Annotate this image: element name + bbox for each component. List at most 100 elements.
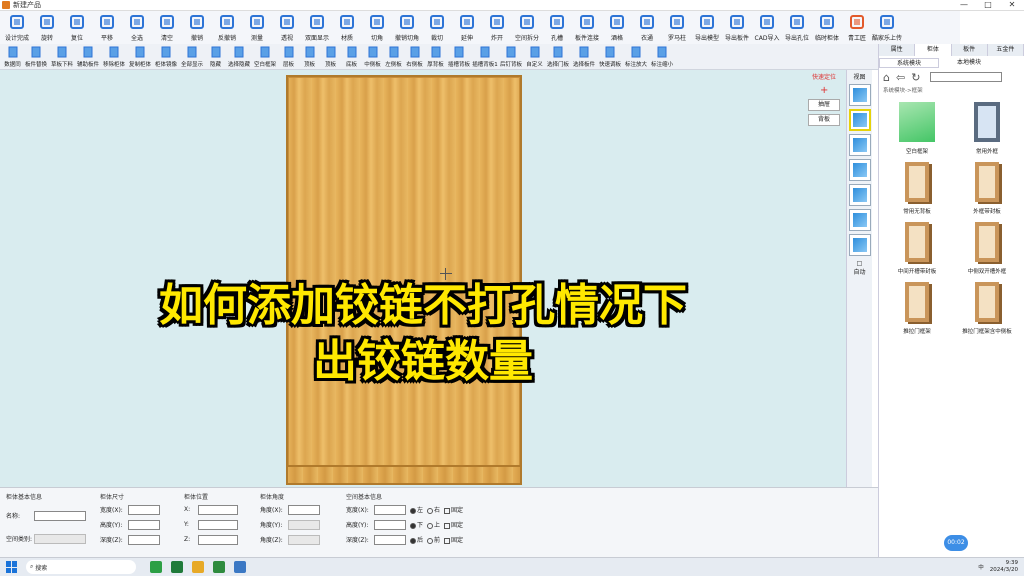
radio-front[interactable]: 前	[427, 535, 440, 544]
toolbar-button[interactable]: 板件连接	[572, 11, 602, 44]
view-front-button[interactable]	[848, 84, 871, 106]
toolbar-button[interactable]: 双面显示	[302, 11, 332, 44]
sub-toolbar-button[interactable]: 层板	[278, 44, 299, 70]
toolbar-button[interactable]: 全选	[122, 11, 152, 44]
module-item[interactable]: 外框带封板	[955, 159, 1019, 215]
auto-view-toggle[interactable]: □ 自动	[847, 260, 872, 276]
toolbar-button[interactable]: 导出板件	[722, 11, 752, 44]
module-item[interactable]: 推拉门框架	[885, 279, 949, 335]
module-item[interactable]: 推拉门框架含中侧板	[955, 279, 1019, 335]
lang-indicator[interactable]: 中	[978, 563, 984, 571]
toolbar-button[interactable]: 切角	[362, 11, 392, 44]
sub-toolbar-button[interactable]: 选择隐藏	[226, 44, 252, 70]
toolbar-button[interactable]: 导出孔位	[782, 11, 812, 44]
tab-system-modules[interactable]: 系统模块	[879, 58, 939, 68]
sub-toolbar-button[interactable]: 柜体镜像	[153, 44, 179, 70]
toolbar-button[interactable]: 撤销切角	[392, 11, 422, 44]
toolbar-button[interactable]: 孔槽	[542, 11, 572, 44]
toolbar-button[interactable]: 材质	[332, 11, 362, 44]
module-item[interactable]: 中侧双开槽外框	[955, 219, 1019, 275]
toolbar-button[interactable]: 罗马柱	[662, 11, 692, 44]
tab-boards[interactable]: 板件	[952, 44, 988, 56]
toolbar-button[interactable]: 反撤销	[212, 11, 242, 44]
pos-x-field[interactable]	[198, 504, 238, 515]
taskbar-app-icon[interactable]	[192, 561, 204, 573]
sub-toolbar-button[interactable]: 选择门板	[545, 44, 571, 70]
module-item[interactable]: 常用外框	[955, 99, 1019, 155]
width-field[interactable]	[128, 504, 160, 515]
plus-icon[interactable]: +	[820, 85, 828, 96]
toolbar-button[interactable]: 延伸	[452, 11, 482, 44]
toolbar-button[interactable]: 旋转	[32, 11, 62, 44]
cabinet-base-board[interactable]	[288, 465, 520, 483]
radio-up[interactable]: 上	[427, 520, 440, 529]
sub-toolbar-button[interactable]: 标注放大	[623, 44, 649, 70]
tab-cabinet[interactable]: 柜体	[915, 44, 952, 56]
tab-hardware[interactable]: 五金件	[988, 44, 1024, 56]
sub-toolbar-button[interactable]: 顶板	[299, 44, 320, 70]
timer-badge[interactable]: 00:02	[944, 535, 968, 551]
sub-toolbar-button[interactable]: 中侧板	[362, 44, 383, 70]
taskbar-app-icon[interactable]	[150, 561, 162, 573]
toolbar-button[interactable]: 青工匠	[842, 11, 872, 44]
sub-toolbar-button[interactable]: 选择板件	[571, 44, 597, 70]
toolbar-button[interactable]: 导出模型	[692, 11, 722, 44]
sub-toolbar-button[interactable]: 厚背板	[425, 44, 446, 70]
space-depth-field[interactable]	[374, 534, 406, 545]
radio-down[interactable]: 下	[410, 520, 423, 529]
sub-toolbar-button[interactable]: 左侧板	[383, 44, 404, 70]
sub-toolbar-button[interactable]: 自定义	[524, 44, 545, 70]
depth-field[interactable]	[128, 534, 160, 545]
home-icon[interactable]: ⌂	[883, 71, 890, 84]
view-bottom-button[interactable]	[848, 209, 871, 231]
sub-toolbar-button[interactable]: 快速调板	[597, 44, 623, 70]
angle-y-field[interactable]	[288, 519, 320, 530]
sub-toolbar-button[interactable]: 空白框架	[252, 44, 278, 70]
module-item[interactable]: 空白框架	[885, 99, 949, 155]
start-button[interactable]	[6, 561, 18, 573]
height-field[interactable]	[128, 519, 160, 530]
close-button[interactable]: ✕	[1000, 0, 1024, 11]
sub-toolbar-button[interactable]: 草板下料	[49, 44, 75, 70]
sub-toolbar-button[interactable]: 右侧板	[404, 44, 425, 70]
toolbar-button[interactable]: 平移	[92, 11, 122, 44]
toolbar-button[interactable]: 清空	[152, 11, 182, 44]
toolbar-button[interactable]: 空间拆分	[512, 11, 542, 44]
radio-right[interactable]: 右	[427, 505, 440, 514]
toolbar-button[interactable]: 临时柜体	[812, 11, 842, 44]
sub-toolbar-button[interactable]: 顶板	[320, 44, 341, 70]
space-height-field[interactable]	[374, 519, 406, 530]
toolbar-button[interactable]: 透视	[272, 11, 302, 44]
sub-toolbar-button[interactable]: 辅助板件	[75, 44, 101, 70]
sub-toolbar-button[interactable]: 全部显示	[179, 44, 205, 70]
module-item[interactable]: 中间开槽带封板	[885, 219, 949, 275]
fix-y-checkbox[interactable]: 固定	[444, 520, 463, 529]
sub-toolbar-button[interactable]: 后钉背板	[498, 44, 524, 70]
angle-z-field[interactable]	[288, 534, 320, 545]
clock[interactable]: 9:39 2024/3/20	[990, 560, 1018, 574]
back-arrow-icon[interactable]: ⇦	[896, 71, 905, 84]
tab-properties[interactable]: 属性	[879, 44, 916, 56]
taskbar-app-icon[interactable]	[171, 561, 183, 573]
toolbar-button[interactable]: 撤销	[182, 11, 212, 44]
taskbar-app-icon[interactable]	[213, 561, 225, 573]
toolbar-button[interactable]: 炸开	[482, 11, 512, 44]
toolbar-button[interactable]: 设计完成	[2, 11, 32, 44]
tab-local-modules[interactable]: 本地模块	[939, 58, 999, 68]
view-iso-button[interactable]	[848, 109, 871, 131]
fix-z-checkbox[interactable]: 固定	[444, 535, 463, 544]
cabinet-name-field[interactable]	[34, 510, 86, 521]
taskbar-search[interactable]: ⌕ 搜索	[26, 560, 136, 574]
sub-toolbar-button[interactable]: 数据同	[2, 44, 23, 70]
view-left-button[interactable]	[848, 134, 871, 156]
toolbar-button[interactable]: 酷家乐上传	[872, 11, 902, 44]
sub-toolbar-button[interactable]: 移除柜体	[101, 44, 127, 70]
radio-back[interactable]: 后	[410, 535, 423, 544]
sub-toolbar-button[interactable]: 复制柜体	[127, 44, 153, 70]
fix-x-checkbox[interactable]: 固定	[444, 505, 463, 514]
toolbar-button[interactable]: 测量	[242, 11, 272, 44]
refresh-icon[interactable]: ↻	[911, 71, 920, 84]
toolbar-button[interactable]: CAD导入	[752, 11, 782, 44]
back-panel-button[interactable]: 背板	[808, 114, 840, 126]
sub-toolbar-button[interactable]: 标注缩小	[649, 44, 675, 70]
